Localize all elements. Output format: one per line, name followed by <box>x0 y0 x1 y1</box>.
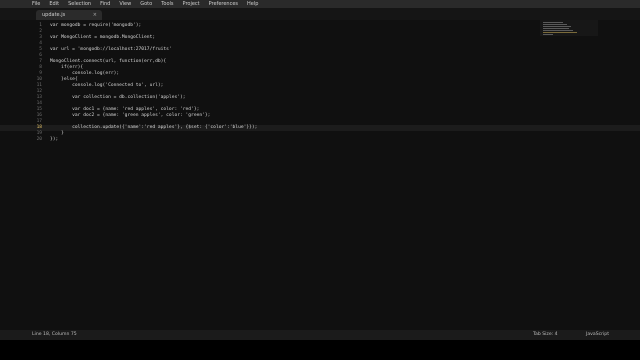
minimap-line <box>543 28 569 29</box>
cursor-position: Line 18, Column 75 <box>32 332 77 337</box>
minimap-line <box>543 34 553 35</box>
syntax-mode[interactable]: JavaScript <box>586 332 609 337</box>
minimap-line <box>543 24 567 25</box>
status-bar: Line 18, Column 75 Tab Size: 4 JavaScrip… <box>0 330 640 340</box>
code-line: console.log('Connected to', url); <box>50 83 164 88</box>
code-line: var doc2 = {name: 'green apples', color:… <box>50 113 211 118</box>
letterbox-bottom <box>0 340 640 360</box>
tab-size[interactable]: Tab Size: 4 <box>533 332 558 337</box>
tab-update-js[interactable]: update.js × <box>36 10 102 20</box>
menu-goto[interactable]: Goto <box>140 1 152 7</box>
menu-edit[interactable]: Edit <box>49 1 59 7</box>
tab-bar: update.js × <box>0 8 640 20</box>
line-gutter: 1 2 3 4 5 6 7 8 9 10 11 12 13 14 15 16 1… <box>0 20 44 330</box>
code-line: var collection = db.collection('apples')… <box>50 95 186 100</box>
close-icon[interactable]: × <box>93 10 97 20</box>
menu-view[interactable]: View <box>119 1 131 7</box>
menu-selection[interactable]: Selection <box>68 1 91 7</box>
code-line: var url = 'mongodb://localhost:27017/fru… <box>50 47 172 52</box>
minimap-line <box>543 30 573 31</box>
minimap-line <box>543 32 577 33</box>
menu-bar: File Edit Selection Find View Goto Tools… <box>0 0 640 8</box>
minimap-line <box>543 26 571 27</box>
menu-preferences[interactable]: Preferences <box>209 1 238 7</box>
minimap[interactable] <box>540 20 598 36</box>
editor[interactable]: 1 2 3 4 5 6 7 8 9 10 11 12 13 14 15 16 1… <box>0 20 640 330</box>
menu-tools[interactable]: Tools <box>161 1 173 7</box>
minimap-line <box>543 22 563 23</box>
menu-project[interactable]: Project <box>183 1 200 7</box>
menu-help[interactable]: Help <box>247 1 258 7</box>
code-line: }); <box>50 137 59 142</box>
code-area[interactable]: var mongodb = require('mongodb'); var Mo… <box>50 20 530 330</box>
tab-title: update.js <box>42 12 66 18</box>
code-line-current: collection.update({'name':'red apples'},… <box>50 125 258 130</box>
menu-file[interactable]: File <box>32 1 40 7</box>
code-line: var mongodb = require('mongodb'); <box>50 23 142 28</box>
menu-find[interactable]: Find <box>100 1 110 7</box>
line-number: 20 <box>36 137 42 142</box>
code-line: var MongoClient = mongodb.MongoClient; <box>50 35 156 40</box>
